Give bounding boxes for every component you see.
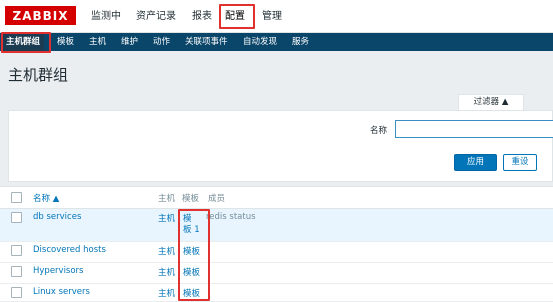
templates-link[interactable]: 模板 [183,245,200,257]
page-title: 主机群组 [8,66,69,84]
zabbix-logo[interactable]: ZABBIX [5,6,76,25]
table-row: Linux servers 主机 模板 [0,284,553,302]
group-name-link[interactable]: db services [33,212,81,222]
table-row: Discovered hosts 主机 模板 [0,242,553,263]
filter-panel: 名称 应用 重设 [8,110,553,182]
hosts-link[interactable]: 主机 [158,212,175,224]
top-menu-administration[interactable]: 管理 [262,9,282,25]
header-members: 成员 [208,194,226,204]
hosts-link[interactable]: 主机 [158,287,175,299]
sub-menu-hosts[interactable]: 主机 [89,33,106,51]
host-groups-table: 名称 ▲ 主机 模板 成员 db services 主机 模 板 1 redis… [0,186,553,301]
hosts-link[interactable]: 主机 [158,245,175,257]
top-menu-reports[interactable]: 报表 [192,9,212,25]
templates-count[interactable]: 板 1 [183,223,200,235]
templates-link[interactable]: 模板 [183,266,200,278]
apply-button[interactable]: 应用 [454,154,497,171]
member-redis-status[interactable]: redis status [206,212,256,222]
sub-menu-maintenance[interactable]: 维护 [121,33,138,51]
templates-link[interactable]: 模板 [183,287,200,299]
top-header: ZABBIX 监测中 资产记录 报表 配置 管理 [0,0,553,33]
filter-name-input[interactable] [395,120,553,138]
reset-button[interactable]: 重设 [503,154,537,171]
select-all-checkbox[interactable] [11,192,22,203]
group-name-link[interactable]: Linux servers [33,287,90,297]
header-name-sort[interactable]: 名称 ▲ [33,192,59,204]
sub-menu-discovery[interactable]: 自动发现 [243,33,277,51]
filter-name-label: 名称 [370,126,388,136]
sub-menu-services[interactable]: 服务 [292,33,309,51]
top-menu-configuration[interactable]: 配置 [225,9,245,25]
header-hosts: 主机 [158,194,176,204]
group-name-link[interactable]: Hypervisors [33,266,84,276]
sub-menu-correlation[interactable]: 关联项事件 [185,33,228,51]
filter-toggle-tab[interactable]: 过滤器 ▲ [458,94,524,110]
table-header: 名称 ▲ 主机 模板 成员 [0,187,553,209]
row-checkbox[interactable] [11,245,22,256]
top-menu-monitoring[interactable]: 监测中 [91,9,121,25]
top-menu-inventory[interactable]: 资产记录 [136,9,176,25]
group-name-link[interactable]: Discovered hosts [33,245,106,255]
sub-menu-host-groups[interactable]: 主机群组 [2,33,45,51]
sub-menu-actions[interactable]: 动作 [153,33,170,51]
hosts-link[interactable]: 主机 [158,266,175,278]
table-row: Hypervisors 主机 模板 [0,263,553,284]
row-checkbox[interactable] [11,266,22,277]
sub-menu-templates[interactable]: 模板 [57,33,74,51]
row-checkbox[interactable] [11,212,22,223]
header-templates: 模板 [182,194,200,204]
row-checkbox[interactable] [11,287,22,298]
table-row: db services 主机 模 板 1 redis status [0,209,553,242]
sub-navigation: 主机群组 模板 主机 维护 动作 关联项事件 自动发现 服务 [0,33,553,51]
